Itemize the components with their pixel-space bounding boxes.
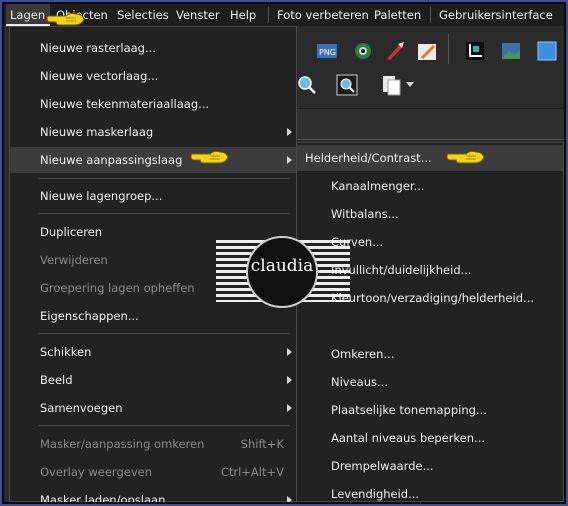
submenu-item-helderheid-contrast[interactable]: Helderheid/Contrast...: [297, 145, 563, 171]
brush-icon[interactable]: [384, 40, 406, 62]
menu-separator: [38, 425, 290, 426]
menu-item-label: Eigenschappen...: [40, 309, 139, 323]
watermark-name: claudia: [250, 256, 314, 276]
menu-item-label: Groepering lagen opheffen: [40, 281, 195, 295]
menu-item-nieuwe-maskerlaag[interactable]: Nieuwe maskerlaag: [10, 119, 296, 145]
menu-gebruikersinterface[interactable]: Gebruikersinterface: [439, 4, 553, 26]
menu-help[interactable]: Help: [230, 4, 256, 26]
adjustment-layer-submenu: Helderheid/Contrast... Kanaalmenger... W…: [296, 142, 564, 502]
toolbar-divider: [448, 34, 449, 64]
zoom-in-icon[interactable]: [336, 74, 358, 96]
menu-item-nieuwe-vectorlaag[interactable]: Nieuwe vectorlaag...: [10, 63, 296, 89]
menu-item-label: Beeld: [40, 373, 73, 387]
crop-icon[interactable]: [464, 40, 486, 62]
paste-icon[interactable]: [380, 74, 402, 96]
menu-bar: Lagen Objecten Selecties Venster Help Fo…: [4, 4, 564, 27]
submenu-item-drempelwaarde[interactable]: Drempelwaarde...: [297, 453, 563, 479]
menu-item-nieuwe-rasterlaag[interactable]: Nieuwe rasterlaag...: [10, 35, 296, 61]
pointing-hand-icon: [190, 150, 229, 164]
submenu-arrow-icon: [287, 348, 292, 356]
menu-item-label: Witbalans...: [331, 207, 399, 221]
panel-divider: [296, 139, 564, 140]
menu-item-label: Nieuwe rasterlaag...: [40, 41, 156, 55]
app-window: Lagen Objecten Selecties Venster Help Fo…: [4, 4, 564, 502]
menu-item-label: Helderheid/Contrast...: [305, 151, 432, 165]
submenu-item-levendigheid[interactable]: Levendigheid...: [297, 481, 563, 502]
submenu-arrow-icon: [287, 156, 292, 164]
menu-item-nieuwe-lagengroep[interactable]: Nieuwe lagengroep...: [10, 183, 296, 209]
submenu-item-niveaus-beperken[interactable]: Aantal niveaus beperken...: [297, 425, 563, 451]
pointing-hand-icon: [46, 12, 85, 26]
color-swatch-icon[interactable]: [536, 40, 558, 62]
submenu-item-kanaalmenger[interactable]: Kanaalmenger...: [297, 173, 563, 199]
menu-separator: [38, 178, 290, 179]
png-save-icon[interactable]: PNG: [316, 40, 338, 62]
menu-divider: [268, 7, 269, 23]
menu-item-label: Nieuwe tekenmateriaallaag...: [40, 97, 210, 111]
menu-item-label: Nieuwe lagengroep...: [40, 189, 163, 203]
pencil-icon[interactable]: [416, 40, 438, 62]
watermark-logo: claudia: [216, 236, 350, 308]
menu-item-label: Masker/aanpassing omkeren: [40, 437, 205, 451]
menu-separator: [38, 333, 290, 334]
submenu-item-omkeren[interactable]: Omkeren...: [297, 341, 563, 367]
menu-item-label: Levendigheid...: [331, 487, 420, 501]
menu-item-label: Plaatselijke tonemapping...: [331, 403, 487, 417]
menu-item-label: Drempelwaarde...: [331, 459, 434, 473]
menu-item-label: Nieuwe maskerlaag: [40, 125, 154, 139]
menu-lagen[interactable]: Lagen: [6, 4, 50, 26]
svg-text:PNG: PNG: [319, 48, 336, 57]
menu-item-label: Overlay weergeven: [40, 465, 152, 479]
menu-item-label: Samenvoegen: [40, 401, 123, 415]
menu-item-label: Dupliceren: [40, 225, 103, 239]
zoom-icon[interactable]: [296, 74, 318, 96]
menu-paletten[interactable]: Paletten: [374, 4, 421, 26]
pointing-hand-icon: [446, 150, 485, 164]
menu-item-nieuwe-tekenmateriaallaag[interactable]: Nieuwe tekenmateriaallaag...: [10, 91, 296, 117]
panel-strip: [296, 108, 564, 139]
menu-item-schikken[interactable]: Schikken: [10, 339, 296, 365]
submenu-arrow-icon: [287, 376, 292, 384]
menu-item-label: Omkeren...: [331, 347, 395, 361]
submenu-arrow-icon: [287, 128, 292, 136]
menu-item-label: Kleurtoon/verzadiging/helderheid...: [331, 291, 535, 305]
shortcut-label: Shift+K: [240, 437, 284, 451]
menu-item-label: Verwijderen: [40, 253, 108, 267]
menu-item-masker-laden-opslaan[interactable]: Masker laden/opslaan: [10, 487, 296, 502]
menu-item-label: Masker laden/opslaan: [40, 493, 166, 502]
shortcut-label: Ctrl+Alt+V: [220, 465, 284, 479]
menu-item-samenvoegen[interactable]: Samenvoegen: [10, 395, 296, 421]
menu-item-masker-omkeren: Masker/aanpassing omkeren Shift+K: [10, 431, 296, 457]
submenu-item-tonemapping[interactable]: Plaatselijke tonemapping...: [297, 397, 563, 423]
menu-selecties[interactable]: Selecties: [117, 4, 169, 26]
menu-item-label: Schikken: [40, 345, 92, 359]
menu-item-overlay-weergeven: Overlay weergeven Ctrl+Alt+V: [10, 459, 296, 485]
eye-preview-icon[interactable]: [352, 40, 374, 62]
menu-item-label: Nieuwe aanpassingslaag: [40, 153, 183, 167]
menu-item-label: Nieuwe vectorlaag...: [40, 69, 159, 83]
menu-item-label: Invullicht/duidelijkheid...: [331, 263, 472, 277]
landscape-icon[interactable]: [500, 40, 522, 62]
menu-item-nieuwe-aanpassingslaag[interactable]: Nieuwe aanpassingslaag: [10, 147, 296, 173]
submenu-item-witbalans[interactable]: Witbalans...: [297, 201, 563, 227]
submenu-item-niveaus[interactable]: Niveaus...: [297, 369, 563, 395]
chevron-down-icon[interactable]: [406, 82, 414, 88]
submenu-arrow-icon: [287, 404, 292, 412]
menu-item-label: Kanaalmenger...: [331, 179, 425, 193]
submenu-arrow-icon: [287, 496, 292, 502]
menu-divider: [430, 7, 431, 23]
toolbar: PNG: [296, 26, 564, 108]
menu-venster[interactable]: Venster: [176, 4, 220, 26]
menu-foto-verbeteren[interactable]: Foto verbeteren: [277, 4, 369, 26]
menu-item-label: Aantal niveaus beperken...: [331, 431, 486, 445]
menu-item-label: Niveaus...: [331, 375, 388, 389]
menu-item-beeld[interactable]: Beeld: [10, 367, 296, 393]
menu-separator: [38, 213, 290, 214]
